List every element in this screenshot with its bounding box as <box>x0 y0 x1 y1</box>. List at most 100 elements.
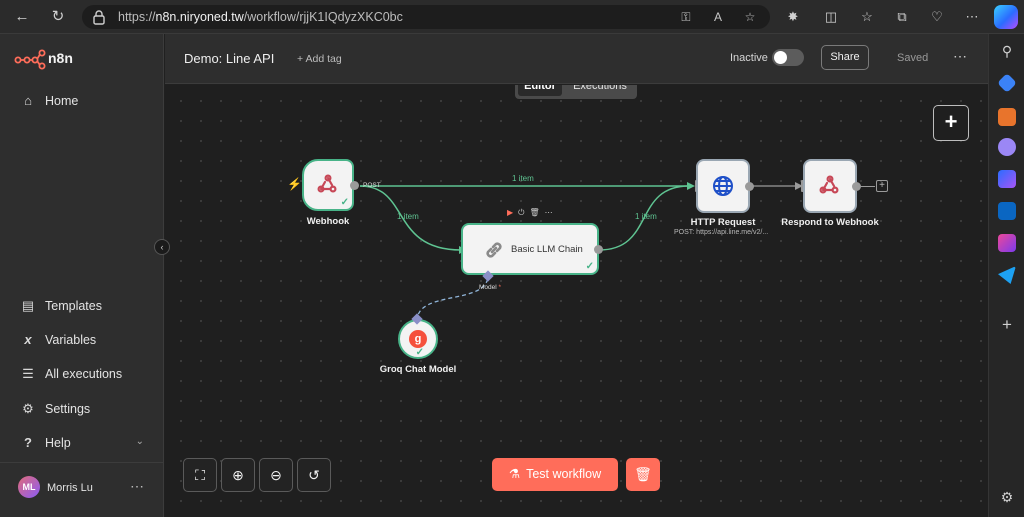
sidebar-item-variables[interactable]: x Variables <box>12 326 152 354</box>
add-tag-button[interactable]: + Add tag <box>297 53 342 65</box>
zoom-to-fit-button[interactable]: ⛶ <box>183 458 217 492</box>
zoom-out-button[interactable]: ⊖ <box>259 458 293 492</box>
node-groq-chat-model[interactable]: g ✓ <box>398 319 438 359</box>
sidebar-item-settings[interactable]: ⚙ Settings <box>12 395 152 423</box>
key-icon[interactable]: ⚿ <box>678 9 694 25</box>
browser-toolbar: ← ↻ https://n8n.niryoned.tw/workflow/rjj… <box>0 0 1024 34</box>
lock-icon <box>93 10 105 25</box>
test-workflow-button[interactable]: ⚗ Test workflow <box>492 458 618 491</box>
refresh-icon[interactable]: ↻ <box>48 7 68 27</box>
n8n-logo-icon <box>14 49 46 70</box>
tab-executions[interactable]: Executions <box>566 85 634 96</box>
games-icon[interactable] <box>998 138 1016 156</box>
read-aloud-icon[interactable]: A <box>710 9 726 25</box>
test-workflow-label: Test workflow <box>526 467 602 481</box>
more-menu-icon[interactable]: ⋯ <box>963 8 981 26</box>
sidebar-item-label: All executions <box>45 367 123 381</box>
avatar[interactable]: ML <box>18 476 40 498</box>
delete-node-icon[interactable]: 🗑 <box>529 208 544 217</box>
address-bar[interactable]: https://n8n.niryoned.tw/workflow/rjjK1IQ… <box>82 5 770 29</box>
node-label-llm-chain: Basic LLM Chain <box>511 244 583 255</box>
model-input-label: Model * <box>479 284 502 291</box>
node-label-webhook: Webhook <box>306 216 350 227</box>
sidebar: n8n ⌂ Home ▤ Templates x Variables ☰ All… <box>0 34 164 517</box>
link-icon <box>486 242 502 258</box>
saved-status: Saved <box>897 52 929 64</box>
chevron-down-icon: ⌄ <box>135 436 144 447</box>
designer-icon[interactable] <box>998 234 1016 252</box>
edge-sidebar: ⚲ + ⚙ <box>988 34 1024 517</box>
webhook-icon <box>317 174 337 193</box>
sidebar-item-templates[interactable]: ▤ Templates <box>12 292 152 320</box>
http-output-port[interactable] <box>745 182 754 191</box>
variables-icon: x <box>24 332 32 347</box>
tools-icon[interactable] <box>998 108 1016 126</box>
run-node-icon[interactable]: ▶ <box>507 208 518 217</box>
collapse-sidebar-icon[interactable]: ‹ <box>154 239 170 255</box>
workflow-title[interactable]: Demo: Line API <box>184 51 274 66</box>
edge-label-webhook-http: 1 item <box>512 174 534 183</box>
user-menu-icon[interactable]: ⋯ <box>130 478 145 495</box>
help-icon: ? <box>24 435 32 450</box>
connections-layer <box>359 182 803 322</box>
webhook-output-port[interactable] <box>350 181 359 190</box>
gear-icon: ⚙ <box>22 401 34 416</box>
node-label-http: HTTP Request <box>690 217 756 228</box>
node-http-request[interactable] <box>696 159 750 213</box>
success-check-icon: ✓ <box>585 261 594 272</box>
add-next-node-icon[interactable]: + <box>876 180 888 192</box>
node-toolbar: ▶⏻🗑⋯ <box>507 208 558 218</box>
user-name: Morris Lu <box>47 482 93 494</box>
app-window: ← ↻ https://n8n.niryoned.tw/workflow/rjj… <box>0 0 1024 517</box>
microsoft-365-icon[interactable] <box>998 170 1016 188</box>
sidebar-item-all-executions[interactable]: ☰ All executions <box>12 360 152 388</box>
back-icon[interactable]: ← <box>12 7 32 27</box>
node-more-icon[interactable]: ⋯ <box>545 208 558 217</box>
node-respond-to-webhook[interactable] <box>803 159 857 213</box>
extensions-icon[interactable]: ✸ <box>784 8 802 26</box>
node-subtitle-http: POST: https://api.line.me/v2/... <box>674 229 769 236</box>
sidebar-settings-icon[interactable]: ⚙ <box>998 488 1016 506</box>
share-button[interactable]: Share <box>821 45 869 70</box>
globe-icon <box>713 176 733 196</box>
templates-icon: ▤ <box>21 298 35 313</box>
workflow-header: Demo: Line API + Add tag Inactive Share … <box>165 34 988 84</box>
sidebar-item-home[interactable]: ⌂ Home <box>12 87 152 115</box>
split-screen-icon[interactable]: ◫ <box>822 8 840 26</box>
trash-icon: 🗑 <box>634 466 652 482</box>
llm-output-port[interactable] <box>594 245 603 254</box>
edge-groq-llm <box>416 276 489 322</box>
arrowhead <box>687 182 695 190</box>
active-toggle[interactable] <box>772 49 804 66</box>
zoom-in-button[interactable]: ⊕ <box>221 458 255 492</box>
power-icon[interactable]: ⏻ <box>518 208 529 217</box>
respond-output-port[interactable] <box>852 182 861 191</box>
output-stub <box>861 186 875 187</box>
telegram-icon[interactable] <box>998 266 1016 284</box>
collections-icon[interactable]: ⧉ <box>893 8 911 26</box>
tab-editor[interactable]: Editor <box>518 85 562 96</box>
active-status-label: Inactive <box>730 52 768 64</box>
webhook-icon <box>819 175 839 194</box>
sidebar-item-label: Variables <box>45 333 97 347</box>
view-tabs: Editor Executions <box>515 85 637 99</box>
workflow-canvas[interactable]: Editor Executions + ⚡ ✓ POST Webhook 1 i… <box>165 85 988 517</box>
add-sidebar-app-icon[interactable]: + <box>998 316 1016 334</box>
favorites-icon[interactable]: ☆ <box>858 8 876 26</box>
clear-execution-button[interactable]: 🗑 <box>626 458 660 491</box>
groq-icon: g <box>409 330 427 348</box>
favorite-star-icon[interactable]: ☆ <box>742 9 758 25</box>
browser-essentials-icon[interactable]: ♡ <box>928 8 946 26</box>
search-icon[interactable]: ⚲ <box>998 42 1016 60</box>
shopping-tag-icon[interactable] <box>997 73 1017 93</box>
trigger-bolt-icon: ⚡ <box>287 177 302 191</box>
node-webhook[interactable]: ✓ <box>302 159 354 211</box>
sidebar-item-help[interactable]: ? Help ⌄ <box>12 429 152 457</box>
home-icon: ⌂ <box>24 93 32 108</box>
reset-zoom-button[interactable]: ↺ <box>297 458 331 492</box>
workflow-menu-icon[interactable]: ⋯ <box>953 48 968 65</box>
outlook-icon[interactable] <box>998 202 1016 220</box>
node-basic-llm-chain[interactable]: Basic LLM Chain ✓ <box>461 223 599 275</box>
copilot-icon[interactable] <box>994 5 1018 29</box>
output-label-post: POST <box>363 182 381 189</box>
